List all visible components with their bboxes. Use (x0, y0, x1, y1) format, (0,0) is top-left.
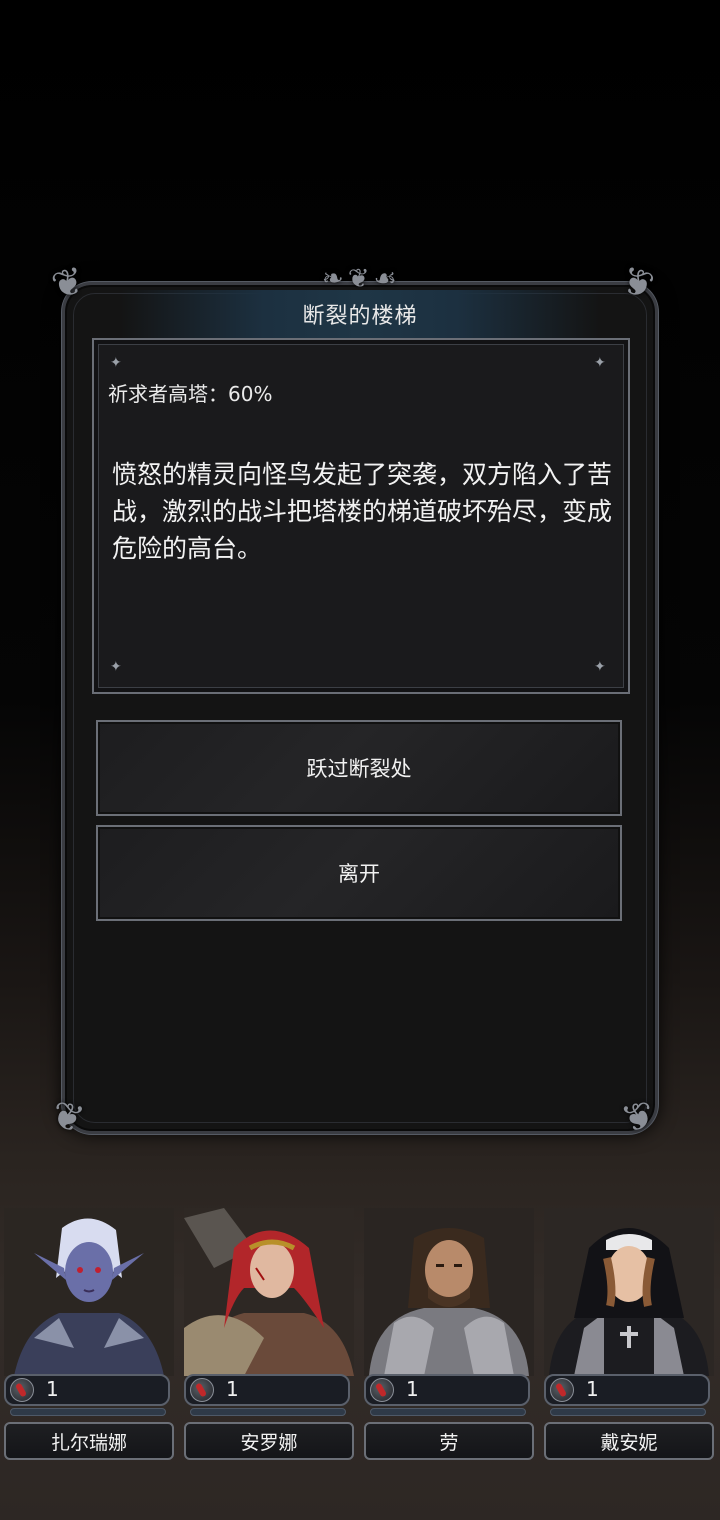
hero-hp-value: 1 (586, 1377, 599, 1401)
hero-xp-bar (10, 1408, 166, 1416)
sparkle-icon: ✦ (594, 659, 606, 675)
blood-drop-icon (550, 1378, 574, 1402)
event-screen: ❦ ❦ ❦ ❦ ❧❦☙ 断裂的楼梯 ✦ ✦ ✦ ✦ 祈求者高塔：60% 愤怒的精… (0, 0, 720, 1520)
hero-name: 安罗娜 (184, 1422, 354, 1460)
hero-xp-bar (370, 1408, 526, 1416)
event-requirement: 祈求者高塔：60% (108, 382, 273, 406)
hero-portrait (4, 1208, 174, 1376)
hero-name: 劳 (364, 1422, 534, 1460)
hero-hp-value: 1 (406, 1377, 419, 1401)
hero-portrait (364, 1208, 534, 1376)
hero-hp-value: 1 (46, 1377, 59, 1401)
hero-hp-bar: 1 (184, 1374, 350, 1406)
hero-xp-bar (190, 1408, 346, 1416)
hero-card[interactable]: 1 安罗娜 (180, 1200, 358, 1462)
sparkle-icon: ✦ (110, 659, 122, 675)
choice-button-leave[interactable]: 离开 (96, 825, 622, 921)
blood-drop-icon (370, 1378, 394, 1402)
hero-portrait (184, 1208, 354, 1376)
party-bar: 1 扎尔瑞娜 1 安罗娜 1 劳 1 戴安妮 (0, 1200, 720, 1470)
hero-xp-bar (550, 1408, 706, 1416)
hero-hp-value: 1 (226, 1377, 239, 1401)
hero-portrait (544, 1208, 714, 1376)
sparkle-icon: ✦ (110, 355, 122, 371)
hero-hp-bar: 1 (544, 1374, 710, 1406)
event-story-text: 愤怒的精灵向怪鸟发起了突袭，双方陷入了苦战，激烈的战斗把塔楼的梯道破坏殆尽，变成… (112, 460, 613, 563)
hero-card[interactable]: 1 扎尔瑞娜 (0, 1200, 178, 1462)
hero-hp-bar: 1 (364, 1374, 530, 1406)
top-ornament-icon: ❧❦☙ (322, 264, 401, 294)
event-title-bar: 断裂的楼梯 (120, 290, 600, 338)
sparkle-icon: ✦ (594, 355, 606, 371)
hero-card[interactable]: 1 劳 (360, 1200, 538, 1462)
hero-hp-bar: 1 (4, 1374, 170, 1406)
corner-ornament-icon: ❦ (46, 257, 89, 309)
blood-drop-icon (10, 1378, 34, 1402)
event-title: 断裂的楼梯 (302, 304, 418, 329)
choice-button-jump[interactable]: 跃过断裂处 (96, 720, 622, 816)
hero-name: 戴安妮 (544, 1422, 714, 1460)
blood-drop-icon (190, 1378, 214, 1402)
hero-name: 扎尔瑞娜 (4, 1422, 174, 1460)
hero-card[interactable]: 1 戴安妮 (540, 1200, 718, 1462)
corner-ornament-icon: ❦ (46, 1091, 89, 1143)
